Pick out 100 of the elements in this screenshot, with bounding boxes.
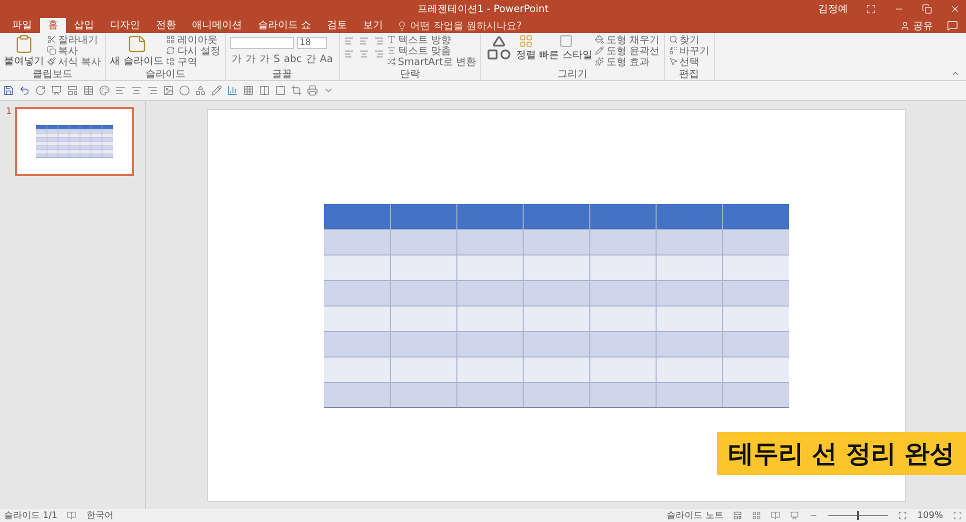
ribbon-button[interactable]: 도형 윤곽선 <box>595 45 660 56</box>
format-button[interactable]: 가 <box>230 52 244 66</box>
shapes-gallery-icon[interactable] <box>485 34 514 62</box>
ribbon-button[interactable]: 복사 <box>47 45 102 56</box>
columns-icon[interactable] <box>259 85 270 96</box>
pointer-icon[interactable] <box>668 57 678 66</box>
ribbon-button[interactable]: 다시 설정 <box>166 45 221 56</box>
text-direction-icon[interactable] <box>386 35 396 44</box>
align-right-icon[interactable] <box>374 49 384 59</box>
save-icon[interactable] <box>3 85 14 96</box>
image-icon[interactable] <box>163 85 174 96</box>
ribbon-button[interactable]: SmartArt로 변환 <box>386 56 476 67</box>
clipboard-icon <box>14 34 34 54</box>
slide-number: 1 <box>6 107 12 117</box>
copy-icon[interactable] <box>47 46 56 55</box>
group-label: 클립보드 <box>32 69 74 80</box>
fit-icon[interactable] <box>953 511 962 520</box>
close-icon[interactable] <box>950 4 960 14</box>
ribbon-button[interactable]: 서식 복사 <box>47 56 102 67</box>
align-center-icon[interactable] <box>358 49 369 59</box>
smartart-icon[interactable] <box>386 57 396 66</box>
ribbon-button[interactable]: 도형 효과 <box>595 56 660 67</box>
ribbon-tab[interactable]: 슬라이드 쇼 <box>250 18 320 33</box>
ribbon-button[interactable]: 레이아웃 <box>166 34 221 45</box>
align-center-icon[interactable] <box>131 85 142 96</box>
palette-icon[interactable] <box>99 85 110 96</box>
ribbon-button[interactable]: 찾기 <box>668 34 710 45</box>
circle-icon[interactable] <box>179 85 190 96</box>
paste-button[interactable]: 붙여넣기 <box>4 34 44 68</box>
zoom-thumb[interactable] <box>857 511 860 520</box>
ribbon-button[interactable]: 잘라내기 <box>47 34 102 45</box>
comment-icon[interactable] <box>947 20 958 31</box>
search-icon[interactable] <box>668 35 678 44</box>
section-icon[interactable] <box>166 57 176 66</box>
ribbon-button[interactable]: 도형 채우기 <box>595 34 660 45</box>
paint-bucket-icon[interactable] <box>595 35 604 44</box>
pencil-icon[interactable] <box>211 85 222 96</box>
format-button[interactable]: 가 <box>244 52 258 66</box>
format-button[interactable]: 가 <box>258 52 272 66</box>
align-right-icon[interactable] <box>147 85 158 96</box>
group-label: 슬라이드 <box>144 69 186 80</box>
sparkle-icon[interactable] <box>595 57 604 66</box>
slideshow-icon[interactable] <box>790 511 800 520</box>
ribbon-tab[interactable]: 삽입 <box>66 18 102 33</box>
pencil-icon[interactable] <box>595 46 604 55</box>
ribbon-button[interactable]: 선택 <box>668 56 710 67</box>
quick-styles-button[interactable]: 빠른 스타일 <box>539 34 592 62</box>
collapse-icon[interactable] <box>951 69 960 78</box>
group-label: 단락 <box>399 69 422 80</box>
layout-icon[interactable] <box>166 35 176 44</box>
ribbon-button[interactable]: 텍스트 맞춤 <box>386 45 476 56</box>
printer-icon[interactable] <box>307 85 318 96</box>
format-button[interactable]: Aa <box>318 52 335 66</box>
user-name[interactable]: 김정예 <box>818 2 848 16</box>
ribbon-tab[interactable]: 홈 <box>40 18 66 33</box>
person-icon <box>900 20 910 30</box>
format-button[interactable]: 간 <box>304 52 318 66</box>
format-button[interactable]: abc <box>282 52 304 66</box>
table-icon[interactable] <box>83 85 94 96</box>
align-left-icon[interactable] <box>344 49 354 59</box>
zoom-level[interactable]: 109% <box>917 510 943 520</box>
reset-icon[interactable] <box>166 46 176 55</box>
ribbon-button[interactable]: 구역 <box>166 56 221 67</box>
ribbon-tab[interactable]: 파일 <box>4 18 40 33</box>
paintbrush-icon[interactable] <box>47 57 56 66</box>
square-icon[interactable] <box>275 85 286 96</box>
bar-chart-icon[interactable] <box>227 85 238 96</box>
slideshow-icon[interactable] <box>51 85 62 96</box>
font-name-field[interactable] <box>230 37 294 49</box>
ribbon-button[interactable]: 바꾸기 <box>668 45 710 56</box>
ribbon-tab[interactable]: 전환 <box>148 18 184 33</box>
ribbon-tab[interactable]: 애니메이션 <box>184 18 250 33</box>
font-size-field[interactable]: 18 <box>296 37 327 49</box>
layout-icon[interactable] <box>67 85 78 96</box>
align-left-icon[interactable] <box>115 85 126 96</box>
style-icon <box>558 34 573 48</box>
new-slide-button[interactable]: 새 슬라이드 <box>110 34 164 68</box>
normal-view-icon[interactable] <box>733 511 742 520</box>
scissors-icon[interactable] <box>47 35 56 44</box>
slide-thumbnail[interactable] <box>14 107 134 176</box>
reading-view-icon[interactable] <box>771 511 780 520</box>
share-button[interactable]: 공유 <box>900 18 933 32</box>
format-button[interactable]: S <box>272 52 282 66</box>
ribbon-tab[interactable]: 검토 <box>319 18 356 33</box>
grid-icon[interactable] <box>243 85 254 96</box>
align-icon[interactable] <box>386 46 396 55</box>
undo-icon[interactable] <box>19 85 30 96</box>
sorter-view-icon[interactable] <box>752 511 762 520</box>
ribbon-tab[interactable]: 보기 <box>355 18 392 33</box>
shapes-icon[interactable] <box>195 85 206 96</box>
ribbon-tab[interactable]: 디자인 <box>102 18 148 33</box>
lightbulb-icon[interactable] <box>397 20 408 30</box>
arrange-button[interactable]: 정렬 <box>516 34 536 62</box>
redo-icon[interactable] <box>35 85 46 96</box>
tell-me-field[interactable]: 어떤 작업을 원하시나요? <box>410 18 522 32</box>
restore-icon[interactable] <box>922 4 932 14</box>
ribbon-button[interactable]: 텍스트 방향 <box>386 34 476 45</box>
crop-icon[interactable] <box>291 85 302 96</box>
notes-button[interactable]: 슬라이드 노트 <box>666 509 724 522</box>
language[interactable]: 한국어 <box>86 509 114 522</box>
